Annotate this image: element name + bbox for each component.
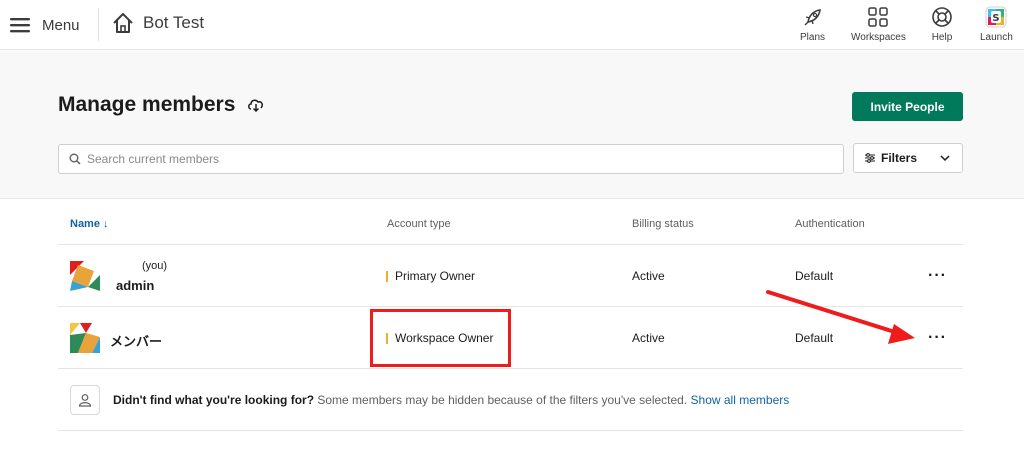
table-header: Name ↓ Account type Billing status Authe…: [58, 200, 963, 245]
filter-hint-text: Didn't find what you're looking for? Som…: [113, 393, 789, 407]
column-account-type: Account type: [387, 218, 451, 230]
filter-hint-row: Didn't find what you're looking for? Som…: [58, 369, 963, 431]
workspace-home-link[interactable]: Bot Test: [112, 12, 204, 34]
menu-label: Menu: [42, 16, 80, 34]
annotation-arrow-icon: [766, 290, 915, 344]
billing-status: Active: [632, 331, 665, 345]
person-icon: [70, 385, 100, 415]
page-header: Manage members Invite People Filters: [0, 51, 1024, 199]
page-title-group: Manage members: [58, 93, 265, 117]
show-all-members-link[interactable]: Show all members: [691, 393, 790, 407]
billing-status: Active: [632, 269, 665, 283]
search-icon: [69, 153, 81, 165]
filter-hint-body: Some members may be hidden because of th…: [314, 393, 691, 407]
member-name[interactable]: admin: [116, 278, 154, 293]
nav-launch[interactable]: S Launch: [980, 6, 1013, 43]
search-field[interactable]: [58, 144, 844, 174]
rocket-icon: [804, 9, 821, 26]
top-bar: Menu Bot Test Plans Workspaces Help S La…: [0, 0, 1024, 50]
owner-indicator: [386, 270, 388, 282]
authentication: Default: [795, 269, 834, 283]
menu-button[interactable]: Menu: [10, 14, 80, 36]
avatar: [70, 261, 100, 291]
cloud-download-icon[interactable]: [247, 97, 265, 113]
slack-app-icon: S: [985, 6, 1007, 28]
highlight-box: [370, 309, 511, 367]
more-actions-button[interactable]: ···: [928, 267, 947, 285]
you-tag: (you): [142, 260, 168, 272]
column-authentication: Authentication: [795, 218, 865, 230]
nav-workspaces[interactable]: Workspaces: [851, 6, 906, 43]
nav-help[interactable]: Help: [931, 6, 953, 43]
avatar: [70, 323, 100, 353]
account-type: Primary Owner: [386, 269, 475, 283]
divider: [98, 8, 99, 41]
account-type-label: Primary Owner: [395, 269, 476, 283]
page-title: Manage members: [58, 93, 236, 116]
nav-plans[interactable]: Plans: [800, 6, 825, 43]
sliders-icon: [865, 153, 875, 163]
invite-people-button[interactable]: Invite People: [852, 92, 963, 121]
member-name[interactable]: メンバー: [110, 331, 162, 350]
grid-icon: [868, 7, 889, 27]
filters-label: Filters: [881, 151, 918, 165]
nav-help-label: Help: [931, 32, 953, 43]
hamburger-icon: [10, 18, 30, 33]
lifebuoy-icon: [932, 7, 952, 27]
more-actions-button[interactable]: ···: [928, 329, 947, 347]
search-input[interactable]: [87, 152, 787, 166]
filters-dropdown[interactable]: Filters: [853, 143, 963, 173]
nav-plans-label: Plans: [800, 32, 826, 43]
svg-text:S: S: [993, 13, 1000, 24]
filter-hint-bold: Didn't find what you're looking for?: [113, 393, 315, 407]
workspace-name: Bot Test: [143, 13, 205, 32]
column-name-sort[interactable]: Name ↓: [70, 218, 109, 230]
home-icon: [113, 13, 133, 33]
nav-workspaces-label: Workspaces: [851, 32, 906, 43]
nav-launch-label: Launch: [980, 32, 1013, 43]
column-billing-status: Billing status: [632, 218, 694, 230]
chevron-down-icon: [940, 155, 950, 162]
